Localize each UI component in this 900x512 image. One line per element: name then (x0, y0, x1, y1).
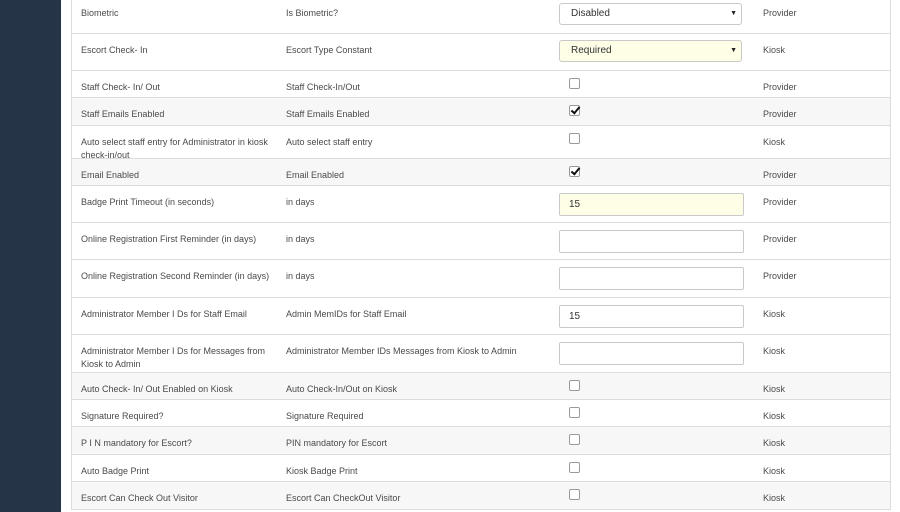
setting-label: Biometric (81, 8, 119, 18)
table-row: Online Registration Second Reminder (in … (72, 260, 890, 298)
setting-label: Escort Can Check Out Visitor (81, 493, 198, 503)
setting-scope: Kiosk (763, 411, 786, 421)
setting-select[interactable]: Disabled ▼ (559, 3, 742, 25)
select-value: Required (571, 45, 612, 56)
table-row: Staff Check- In/ Out Staff Check-In/Out Pr… (72, 71, 890, 98)
table-row: Auto Badge Print Kiosk Badge Print Kiosk (72, 455, 890, 482)
table-row: Auto Check- In/ Out Enabled on Kiosk Auto… (72, 373, 890, 400)
setting-scope: Kiosk (763, 438, 786, 448)
setting-scope: Kiosk (763, 45, 786, 55)
setting-key: PIN mandatory for Escort (286, 438, 388, 448)
setting-key: Signature Required (286, 411, 364, 421)
select-value: Disabled (571, 8, 610, 19)
setting-label: Escort Check- In (81, 45, 148, 55)
setting-key: Staff Check-In/Out (286, 82, 360, 92)
setting-key: Administrator Member IDs Messages from K… (286, 346, 517, 356)
setting-key: Is Biometric? (286, 8, 339, 18)
setting-scope: Kiosk (763, 493, 786, 503)
sidebar (0, 0, 61, 512)
setting-input[interactable]: 15 (559, 193, 744, 216)
setting-scope: Provider (763, 170, 797, 180)
setting-key: Auto select staff entry (286, 137, 373, 147)
table-row: Biometric Is Biometric? Disabled ▼ Provider (72, 0, 890, 34)
setting-scope: Kiosk (763, 309, 786, 319)
setting-label: Signature Required? (81, 411, 164, 421)
setting-checkbox[interactable] (569, 407, 580, 418)
table-row: Auto select staff entry for Administrato… (72, 126, 890, 160)
setting-scope: Provider (763, 234, 797, 244)
setting-checkbox[interactable] (569, 489, 580, 500)
setting-input[interactable]: 15 (559, 305, 744, 328)
table-row: Administrator Member I Ds for Staff Emai… (72, 298, 890, 335)
setting-scope: Kiosk (763, 346, 786, 356)
setting-input[interactable] (559, 230, 744, 253)
setting-label: Auto Badge Print (81, 466, 150, 476)
setting-label: Administrator Member I Ds for Messages f… (81, 346, 266, 369)
caret-down-icon: ▼ (730, 10, 737, 17)
setting-label: P I N mandatory for Escort? (81, 438, 192, 448)
setting-scope: Provider (763, 271, 797, 281)
table-row: Online Registration First Reminder (in d… (72, 223, 890, 260)
setting-key: Escort Can CheckOut Visitor (286, 493, 401, 503)
setting-checkbox[interactable] (569, 380, 580, 391)
setting-key: in days (286, 234, 315, 244)
setting-key: Auto Check-In/Out on Kiosk (286, 384, 398, 394)
setting-checkbox[interactable] (569, 166, 580, 177)
setting-select[interactable]: Required ▼ (559, 40, 742, 62)
setting-key: in days (286, 197, 315, 207)
setting-checkbox[interactable] (569, 462, 580, 473)
setting-checkbox[interactable] (569, 133, 580, 144)
table-row: Escort Check- In Escort Type Constant Requ… (72, 34, 890, 71)
caret-down-icon: ▼ (730, 47, 737, 54)
setting-label: Staff Check- In/ Out (81, 82, 160, 92)
setting-key: Escort Type Constant (286, 45, 372, 55)
setting-input[interactable] (559, 267, 744, 290)
table-row: Administrator Member I Ds for Messages f… (72, 335, 890, 373)
setting-checkbox[interactable] (569, 434, 580, 445)
setting-scope: Provider (763, 82, 797, 92)
settings-table: Biometric Is Biometric? Disabled ▼ Provider E… (71, 0, 891, 510)
table-row: Badge Print Timeout (in seconds) in days 1… (72, 186, 890, 223)
setting-scope: Provider (763, 8, 797, 18)
setting-label: Auto Check- In/ Out Enabled on Kiosk (81, 384, 233, 394)
setting-scope: Kiosk (763, 384, 786, 394)
setting-key: Email Enabled (286, 170, 345, 180)
setting-label: Administrator Member I Ds for Staff Emai… (81, 309, 247, 319)
setting-label: Staff Emails Enabled (81, 109, 165, 119)
setting-label: Email Enabled (81, 170, 140, 180)
setting-key: Admin MemIDs for Staff Email (286, 309, 407, 319)
setting-scope: Provider (763, 109, 797, 119)
setting-key: Staff Emails Enabled (286, 109, 370, 119)
setting-checkbox[interactable] (569, 78, 580, 89)
setting-key: in days (286, 271, 315, 281)
table-row: Email Enabled Email Enabled Provider (72, 159, 890, 186)
setting-label: Online Registration Second Reminder (in … (81, 271, 270, 281)
setting-checkbox[interactable] (569, 105, 580, 116)
setting-scope: Kiosk (763, 466, 786, 476)
setting-label: Badge Print Timeout (in seconds) (81, 197, 215, 207)
setting-scope: Provider (763, 197, 797, 207)
setting-scope: Kiosk (763, 137, 786, 147)
setting-label: Online Registration First Reminder (in d… (81, 234, 257, 244)
table-row: Escort Can Check Out Visitor Escort Can C… (72, 482, 890, 510)
table-row: P I N mandatory for Escort? PIN mandatory… (72, 427, 890, 455)
settings-content: Biometric Is Biometric? Disabled ▼ Provider E… (61, 0, 900, 512)
setting-key: Kiosk Badge Print (286, 466, 358, 476)
table-row: Signature Required? Signature Required Kio… (72, 400, 890, 427)
setting-input[interactable] (559, 342, 744, 365)
table-row: Staff Emails Enabled Staff Emails Enabled… (72, 98, 890, 126)
